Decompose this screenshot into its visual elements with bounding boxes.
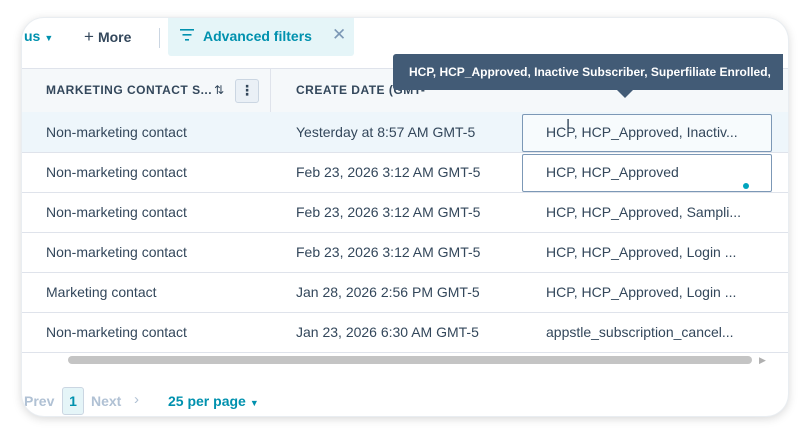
tags-cell[interactable]: HCP, HCP_Approved: [546, 164, 766, 180]
tags-tooltip: HCP, HCP_Approved, Inactive Subscriber, …: [393, 54, 783, 98]
create-date-cell: Feb 23, 2026 3:12 AM GMT-5: [296, 164, 481, 180]
advanced-filters-label: Advanced filters: [203, 28, 312, 44]
cell-handle-dot[interactable]: [743, 183, 749, 189]
column-menu-button[interactable]: ⋮: [235, 79, 259, 103]
marketing-status-cell: Non-marketing contact: [46, 124, 187, 140]
next-page-button[interactable]: Next: [91, 393, 121, 409]
marketing-status-cell: Non-marketing contact: [46, 164, 187, 180]
contacts-table: MARKETING CONTACT S... ⇅ ⋮ CREATE DATE (…: [22, 68, 788, 368]
screenshot-frame: us ▼ + More Advanced filters ✕ MARKETING C…: [0, 0, 808, 437]
create-date-cell: Jan 28, 2026 2:56 PM GMT-5: [296, 284, 480, 300]
table-row[interactable]: Non-marketing contact Jan 23, 2026 6:30 …: [22, 312, 788, 353]
table-row[interactable]: Non-marketing contact Feb 23, 2026 3:12 …: [22, 192, 788, 233]
plus-icon: +: [84, 27, 94, 46]
create-date-cell: Feb 23, 2026 3:12 AM GMT-5: [296, 204, 481, 220]
filter-lines-icon: [180, 29, 194, 41]
column-divider: [270, 69, 271, 113]
table-row[interactable]: Non-marketing contact Yesterday at 8:57 …: [22, 112, 788, 153]
marketing-status-cell: Non-marketing contact: [46, 204, 187, 220]
text-cursor-icon: I: [566, 116, 571, 133]
advanced-filters-button[interactable]: Advanced filters ✕: [168, 18, 354, 56]
table-row[interactable]: Non-marketing contact Feb 23, 2026 3:12 …: [22, 232, 788, 273]
marketing-status-cell: Non-marketing contact: [46, 244, 187, 260]
per-page-label: 25 per page: [168, 393, 246, 409]
create-date-cell: Jan 23, 2026 6:30 AM GMT-5: [296, 324, 479, 340]
table-row[interactable]: Marketing contact Jan 28, 2026 2:56 PM G…: [22, 272, 788, 313]
per-page-dropdown[interactable]: 25 per page ▼: [168, 393, 259, 409]
close-icon[interactable]: ✕: [332, 25, 346, 45]
marketing-status-cell: Marketing contact: [46, 284, 157, 300]
more-label: More: [97, 29, 132, 45]
table-row[interactable]: Non-marketing contact Feb 23, 2026 3:12 …: [22, 152, 788, 193]
current-page-button[interactable]: 1: [62, 387, 84, 415]
pagination: Prev 1 Next › 25 per page ▼: [22, 384, 788, 415]
caret-down-icon: ▼: [249, 398, 259, 408]
tags-cell[interactable]: HCP, HCP_Approved, Login ...: [546, 244, 766, 260]
sort-icon[interactable]: ⇅: [214, 83, 224, 97]
vertical-dots-icon: ⋮: [240, 82, 254, 98]
marketing-status-cell: Non-marketing contact: [46, 324, 187, 340]
scroll-right-icon[interactable]: ▶: [759, 355, 766, 366]
horizontal-scrollbar[interactable]: [68, 356, 752, 364]
status-filter-dropdown[interactable]: us ▼: [24, 28, 53, 44]
status-filter-label: us: [24, 28, 41, 44]
tooltip-text: HCP, HCP_Approved, Inactive Subscriber, …: [409, 65, 771, 79]
tags-cell[interactable]: HCP, HCP_Approved, Sampli...: [546, 204, 766, 220]
tags-cell[interactable]: appstle_subscription_cancel...: [546, 324, 766, 340]
prev-page-button[interactable]: Prev: [24, 393, 54, 409]
more-filters-button[interactable]: + More: [84, 27, 131, 47]
create-date-cell: Yesterday at 8:57 AM GMT-5: [296, 124, 476, 140]
toolbar-divider: [159, 28, 160, 48]
tags-cell[interactable]: HCP, HCP_Approved, Login ...: [546, 284, 766, 300]
create-date-cell: Feb 23, 2026 3:12 AM GMT-5: [296, 244, 481, 260]
tooltip-arrow: [617, 90, 633, 98]
tags-cell[interactable]: HCP, HCP_Approved, Inactiv...: [546, 124, 766, 140]
chevron-right-icon[interactable]: ›: [134, 391, 139, 408]
column-header-marketing-status[interactable]: MARKETING CONTACT S...: [46, 83, 212, 97]
caret-down-icon: ▼: [44, 33, 54, 43]
